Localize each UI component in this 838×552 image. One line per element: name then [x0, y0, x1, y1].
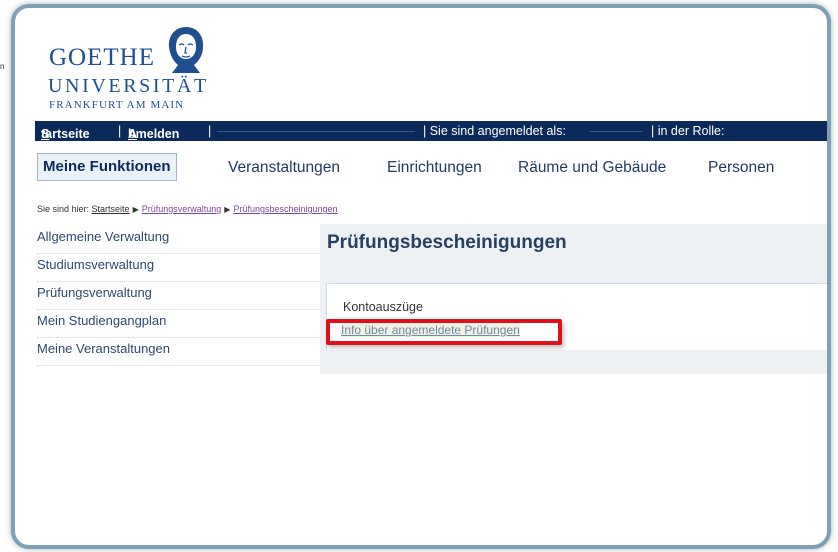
sidebar-menu: Allgemeine Verwaltung Studiumsverwaltung… — [37, 226, 319, 366]
nav-einrichtungen[interactable]: Einrichtungen — [387, 159, 482, 177]
nav-personen[interactable]: Personen — [708, 159, 774, 177]
screen-frame: GOETHE UNIVERSITÄT FRANKFURT AM MAIN Sta… — [11, 4, 831, 549]
university-logo[interactable]: GOETHE UNIVERSITÄT FRANKFURT AM MAIN — [35, 18, 235, 118]
sidebar-item-allgemeine-verwaltung[interactable]: Allgemeine Verwaltung — [37, 226, 319, 254]
logo-line1: GOETHE — [49, 44, 155, 71]
breadcrumb-startseite[interactable]: Startseite — [92, 204, 130, 214]
edge-text: n — [0, 62, 5, 71]
goethe-portrait-icon — [168, 27, 204, 73]
nav-veranstaltungen[interactable]: Veranstaltungen — [228, 159, 340, 177]
triangle-right-icon: ▶ — [224, 205, 231, 214]
separator: | — [118, 124, 122, 138]
triangle-right-icon: ▶ — [132, 205, 139, 214]
nav-raeume-und-gebaeude[interactable]: Räume und Gebäude — [518, 159, 666, 177]
top-bar: Startseite | Abmelden | | Sie sind angem… — [35, 121, 827, 141]
logged-in-label: | Sie sind angemeldet als: — [423, 124, 566, 138]
breadcrumb-pruefungsverwaltung[interactable]: Prüfungsverwaltung — [142, 204, 222, 214]
sidebar-item-veranstaltungen[interactable]: Meine Veranstaltungen — [37, 338, 319, 366]
breadcrumb-pruefungsbescheinigungen[interactable]: Prüfungsbescheinigungen — [233, 204, 337, 214]
kontoauszuege-link[interactable]: Kontoauszüge — [343, 300, 423, 314]
content-panel: Prüfungsbescheinigungen Kontoauszüge Inf… — [320, 224, 827, 374]
role-label: | in der Rolle: — [651, 124, 725, 138]
breadcrumb-prefix: Sie sind hier: — [37, 204, 90, 214]
separator: | — [208, 124, 212, 138]
divider — [590, 131, 642, 132]
highlight-box — [326, 319, 562, 345]
logo-line3: FRANKFURT AM MAIN — [49, 99, 185, 111]
sidebar-item-pruefungsverwaltung[interactable]: Prüfungsverwaltung — [37, 282, 319, 310]
main-navigation: Meine Funktionen Veranstaltungen Einrich… — [35, 152, 827, 186]
logo-line2: UNIVERSITÄT — [48, 75, 209, 97]
sidebar-item-studiengangplan[interactable]: Mein Studiengangplan — [37, 310, 319, 338]
divider — [217, 131, 415, 132]
breadcrumb: Sie sind hier: Startseite ▶ Prüfungsverwal… — [37, 204, 338, 214]
nav-meine-funktionen[interactable]: Meine Funktionen — [37, 153, 177, 181]
page-title: Prüfungsbescheinigungen — [327, 232, 567, 253]
sidebar-item-studiumsverwaltung[interactable]: Studiumsverwaltung — [37, 254, 319, 282]
